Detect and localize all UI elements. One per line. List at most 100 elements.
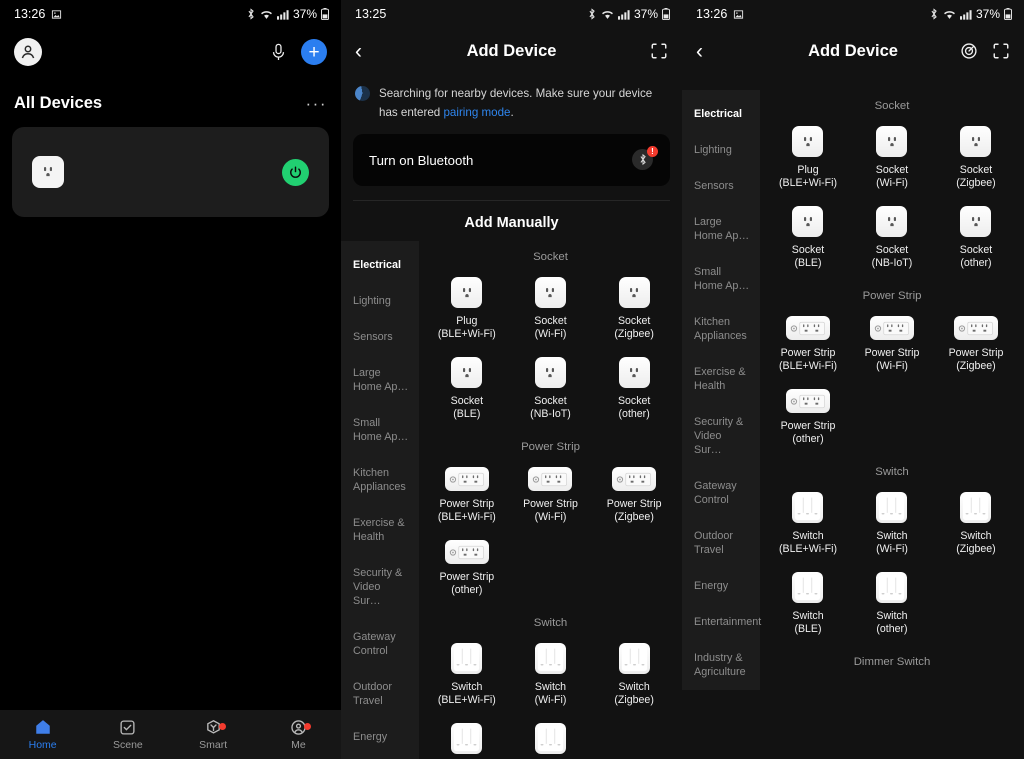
device-type-label: Plug (BLE+Wi-Fi) (437, 315, 496, 340)
searching-note: Searching for nearby devices. Make sure … (341, 74, 682, 126)
add-device-button[interactable]: + (301, 39, 327, 65)
sidebar-item-kitchen-appliances[interactable]: Kitchen Appliances (682, 304, 760, 354)
nav-item-smart[interactable]: Smart (171, 718, 256, 751)
device-type-item[interactable]: Power Strip (Zigbee) (934, 310, 1018, 383)
sidebar-item-lighting[interactable]: Lighting (682, 132, 760, 168)
power-toggle-button[interactable] (282, 158, 309, 186)
me-badge (303, 723, 311, 730)
sidebar-item-sensors[interactable]: Sensors (341, 319, 419, 355)
power-strip-icon (869, 316, 914, 340)
device-type-item[interactable]: Power Strip (BLE+Wi-Fi) (425, 461, 509, 534)
sidebar-item-label: Sensors (694, 180, 734, 192)
socket-icon (534, 357, 566, 388)
sidebar-item-label: Small Home Ap… (694, 266, 750, 292)
device-type-item[interactable]: Switch (BLE+Wi-Fi) (766, 486, 850, 566)
sidebar-item-energy[interactable]: Energy (682, 568, 760, 604)
device-type-item[interactable]: Power Strip (other) (766, 383, 850, 456)
device-type-item[interactable]: Switch (Zigbee) (592, 637, 676, 717)
device-card-socket[interactable] (12, 127, 329, 217)
device-type-item[interactable]: Socket (other) (592, 351, 676, 431)
nav-item-me[interactable]: Me (256, 718, 341, 751)
device-type-item[interactable]: Switch(BLE) (766, 566, 850, 646)
section-title-socket: Socket (533, 251, 568, 263)
sidebar-item-exercise-health[interactable]: Exercise & Health (682, 354, 760, 404)
pairing-mode-link[interactable]: pairing mode (443, 106, 510, 119)
device-type-item[interactable]: Switch(other) (850, 566, 934, 646)
sidebar-item-label: Kitchen Appliances (353, 467, 406, 493)
nav-item-scene[interactable]: Scene (85, 718, 170, 751)
device-type-item[interactable]: Power Strip (Wi-Fi) (850, 310, 934, 383)
device-type-item[interactable]: Switch(other) (509, 717, 593, 759)
device-type-item[interactable]: Plug (BLE+Wi-Fi) (425, 271, 509, 351)
switch-icon (451, 643, 483, 674)
device-type-item[interactable]: Power Strip (Zigbee) (592, 461, 676, 534)
more-options-icon[interactable]: ··· (306, 95, 327, 112)
sidebar-item-energy[interactable]: Energy (341, 719, 419, 755)
sidebar-item-sensors[interactable]: Sensors (682, 168, 760, 204)
device-type-item[interactable]: Socket (Wi-Fi) (509, 271, 593, 351)
sidebar-item-electrical[interactable]: Electrical (341, 247, 419, 283)
device-type-item[interactable]: Power Strip (BLE+Wi-Fi) (766, 310, 850, 383)
microphone-icon[interactable] (270, 43, 287, 62)
searching-text: Searching for nearby devices. Make sure … (379, 84, 668, 122)
device-type-item[interactable]: Switch (BLE+Wi-Fi) (425, 637, 509, 717)
sidebar-item-security-video-sur[interactable]: Security & Video Sur… (682, 404, 760, 468)
device-type-item[interactable]: Socket (NB-IoT) (509, 351, 593, 431)
device-type-item[interactable]: Socket (other) (934, 200, 1018, 280)
sidebar-item-industry-agriculture[interactable]: Industry & Agriculture (682, 640, 760, 690)
back-button[interactable]: ‹ (696, 41, 722, 62)
sidebar-item-label: Gateway Control (694, 480, 737, 506)
sidebar-item-small-home-ap[interactable]: Small Home Ap… (682, 254, 760, 304)
scan-icon[interactable] (650, 42, 668, 60)
device-type-item[interactable]: Switch(BLE) (425, 717, 509, 759)
turn-on-bluetooth-card[interactable]: Turn on Bluetooth ! (353, 134, 670, 186)
device-type-grid: Power Strip (BLE+Wi-Fi) Power Strip (Wi-Fi)… (425, 461, 676, 607)
sidebar-item-label: Energy (694, 580, 729, 592)
sidebar-item-outdoor-travel[interactable]: Outdoor Travel (682, 518, 760, 568)
device-type-label: Socket (NB-IoT) (871, 244, 913, 269)
sidebar-item-large-home-ap[interactable]: Large Home Ap… (341, 355, 419, 405)
bottom-navigation: Home Scene Smart Me (0, 710, 341, 759)
sidebar-item-label: Large Home Ap… (353, 367, 409, 393)
device-type-item[interactable]: Socket (NB-IoT) (850, 200, 934, 280)
device-type-grid: Switch (BLE+Wi-Fi) Switch (Wi-Fi) Switch (Zig… (425, 637, 676, 759)
sidebar-item-entertainment[interactable]: Entertainment (341, 755, 419, 759)
device-type-label: Socket (other) (959, 244, 993, 269)
sidebar-item-label: Outdoor Travel (353, 681, 393, 707)
device-type-label: Power Strip (Zigbee) (606, 498, 662, 523)
switch-icon (534, 643, 566, 674)
sidebar-item-exercise-health[interactable]: Exercise & Health (341, 505, 419, 555)
device-type-item[interactable]: Socket (Wi-Fi) (850, 120, 934, 200)
radar-icon[interactable] (960, 42, 978, 60)
device-type-item[interactable]: Switch (Zigbee) (934, 486, 1018, 566)
sidebar-item-gateway-control[interactable]: Gateway Control (682, 468, 760, 518)
sidebar-item-security-video-sur[interactable]: Security & Video Sur… (341, 555, 419, 619)
switch-icon (876, 492, 908, 523)
sidebar-item-large-home-ap[interactable]: Large Home Ap… (682, 204, 760, 254)
device-type-item[interactable]: Switch (Wi-Fi) (850, 486, 934, 566)
searching-text-part2: . (510, 106, 514, 119)
device-type-item[interactable]: Plug (BLE+Wi-Fi) (766, 120, 850, 200)
device-type-item[interactable]: Power Strip (other) (425, 534, 509, 607)
sidebar-item-small-home-ap[interactable]: Small Home Ap… (341, 405, 419, 455)
page-title: Add Device (466, 41, 557, 60)
back-button[interactable]: ‹ (355, 41, 381, 62)
battery-percent: 37% (633, 7, 658, 21)
sidebar-item-lighting[interactable]: Lighting (341, 283, 419, 319)
device-type-item[interactable]: Socket (Zigbee) (592, 271, 676, 351)
device-type-item[interactable]: Switch (Wi-Fi) (509, 637, 593, 717)
sidebar-item-gateway-control[interactable]: Gateway Control (341, 619, 419, 669)
device-type-item[interactable]: Power Strip (Wi-Fi) (509, 461, 593, 534)
device-type-item[interactable]: Socket (BLE) (766, 200, 850, 280)
sidebar-item-label: Exercise & Health (694, 366, 746, 392)
device-type-grid: Power Strip (BLE+Wi-Fi) Power Strip (Wi-Fi)… (766, 310, 1018, 456)
scan-icon[interactable] (992, 42, 1010, 60)
sidebar-item-electrical[interactable]: Electrical (682, 96, 760, 132)
sidebar-item-outdoor-travel[interactable]: Outdoor Travel (341, 669, 419, 719)
avatar[interactable] (14, 38, 42, 66)
nav-item-home[interactable]: Home (0, 718, 85, 751)
sidebar-item-kitchen-appliances[interactable]: Kitchen Appliances (341, 455, 419, 505)
device-type-item[interactable]: Socket (BLE) (425, 351, 509, 431)
sidebar-item-entertainment[interactable]: Entertainment (682, 604, 761, 640)
device-type-item[interactable]: Socket (Zigbee) (934, 120, 1018, 200)
